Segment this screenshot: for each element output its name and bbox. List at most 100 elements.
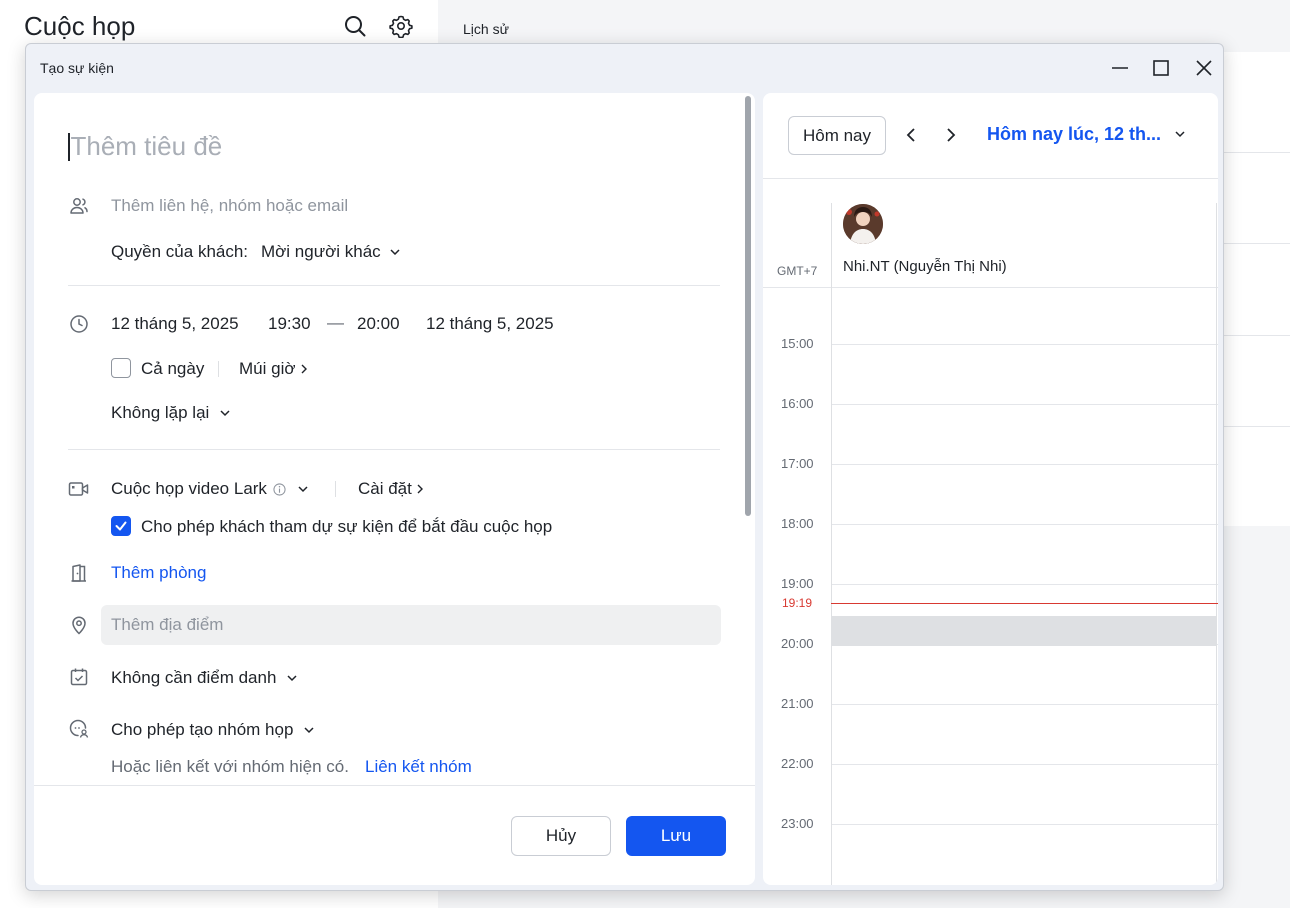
chevron-down-icon [298,486,308,493]
repeat-dropdown[interactable]: Không lặp lại [111,403,231,423]
column-edge [1216,203,1217,885]
timezone-label: Múi giờ [239,359,296,378]
footer-divider [34,785,755,786]
end-date[interactable]: 12 tháng 5, 2025 [426,314,554,334]
hour-label: 18:00 [781,516,814,531]
hour-label: 20:00 [781,636,814,651]
chevron-down-icon [304,727,314,734]
allow-start-label: Cho phép khách tham dự sự kiện để bắt đầ… [141,517,553,536]
calendar-preview: Hôm nay Hôm nay lúc, 12 th... Nhi.NT (Ng… [763,93,1218,885]
hour-line [831,764,1218,765]
timezone-label: GMT+7 [777,264,818,278]
attendance-value: Không cần điểm danh [111,668,277,687]
close-button[interactable] [1192,56,1216,80]
calendar-check-icon [68,666,90,688]
group-chat-icon [68,718,90,740]
timezone-link[interactable]: Múi giờ [239,359,309,379]
divider [68,285,720,286]
history-tab[interactable]: Lịch sử [463,21,509,37]
chevron-down-icon [390,249,400,256]
chevron-down-icon [220,410,230,417]
minimize-button[interactable] [1108,56,1132,80]
date-picker[interactable]: Hôm nay lúc, 12 th... [987,124,1186,145]
time-column-divider [831,203,832,885]
save-button[interactable]: Lưu [626,816,726,856]
create-event-dialog: Tạo sự kiện Thêm tiêu đề Thêm liên hệ, n… [25,43,1224,891]
title-placeholder: Thêm tiêu đề [70,131,223,161]
next-day-button[interactable] [940,124,962,146]
separator [218,361,219,377]
allow-start-checkbox[interactable] [111,516,131,536]
title-input[interactable]: Thêm tiêu đề [68,131,222,162]
video-meeting-label: Cuộc họp video Lark [111,479,267,498]
video-camera-icon [68,478,90,500]
time-separator: — [327,313,344,332]
location-input[interactable]: Thêm địa điểm [101,605,721,645]
all-day-label: Cả ngày [141,359,205,378]
header-divider [763,178,1218,179]
hour-line [831,404,1218,405]
event-block[interactable] [832,616,1216,646]
search-icon[interactable] [343,14,367,38]
hour-label: 16:00 [781,396,814,411]
hour-label: 15:00 [781,336,814,351]
hour-line [831,704,1218,705]
guests-input[interactable]: Thêm liên hệ, nhóm hoặc email [111,196,348,216]
chevron-down-icon [287,675,297,682]
form-scrollbar[interactable] [745,96,751,516]
guest-permission-value: Mời người khác [261,242,381,261]
hour-label: 17:00 [781,456,814,471]
avatar [843,204,883,244]
clock-icon [68,313,90,335]
event-form: Thêm tiêu đề Thêm liên hệ, nhóm hoặc ema… [34,93,755,885]
current-time-label: 19:19 [782,596,813,610]
video-settings-label: Cài đặt [358,479,412,498]
people-icon [68,195,90,217]
divider [1222,426,1290,427]
video-settings-link[interactable]: Cài đặt [358,479,425,499]
gear-icon[interactable] [389,14,413,39]
chevron-left-icon [906,128,915,142]
video-meeting-dropdown[interactable]: Cuộc họp video Lark [111,479,309,499]
end-time[interactable]: 20:00 [357,314,400,334]
attendee-name: Nhi.NT (Nguyễn Thị Nhi) [843,258,1007,275]
chevron-right-icon [947,128,956,142]
location-pin-icon [68,614,90,636]
today-button[interactable]: Hôm nay [788,116,886,155]
all-day-checkbox[interactable] [111,358,131,378]
door-icon [68,562,90,584]
hour-label: 22:00 [781,756,814,771]
text-caret [68,132,70,161]
divider [1222,152,1290,153]
divider [68,449,720,450]
background-panel [1222,52,1290,526]
group-chat-dropdown[interactable]: Cho phép tạo nhóm họp [111,720,315,740]
add-room-link[interactable]: Thêm phòng [111,563,206,583]
start-time[interactable]: 19:30 [268,314,311,334]
cancel-button[interactable]: Hủy [511,816,611,856]
current-time-line [831,603,1218,604]
dialog-title: Tạo sự kiện [40,60,114,76]
info-icon [273,482,286,496]
divider [1222,335,1290,336]
attendance-dropdown[interactable]: Không cần điểm danh [111,668,298,688]
link-group-link[interactable]: Liên kết nhóm [365,757,472,777]
guest-permission-label: Quyền của khách: [111,242,249,261]
hour-label: 23:00 [781,816,814,831]
start-date[interactable]: 12 tháng 5, 2025 [111,314,239,334]
hour-label: 19:00 [781,576,814,591]
hour-label: 21:00 [781,696,814,711]
hour-line [831,344,1218,345]
location-placeholder: Thêm địa điểm [111,615,224,634]
link-group-hint: Hoặc liên kết với nhóm hiện có. [111,757,349,776]
maximize-button[interactable] [1149,56,1173,80]
date-title: Hôm nay lúc, 12 th... [987,124,1162,144]
chevron-right-icon [417,484,423,494]
separator [335,481,336,497]
checkmark-icon [115,521,127,531]
divider [1222,243,1290,244]
repeat-value: Không lặp lại [111,403,210,422]
app-title: Cuộc họp [24,11,136,41]
guest-permission-dropdown[interactable]: Mời người khác [261,242,401,262]
prev-day-button[interactable] [900,124,922,146]
